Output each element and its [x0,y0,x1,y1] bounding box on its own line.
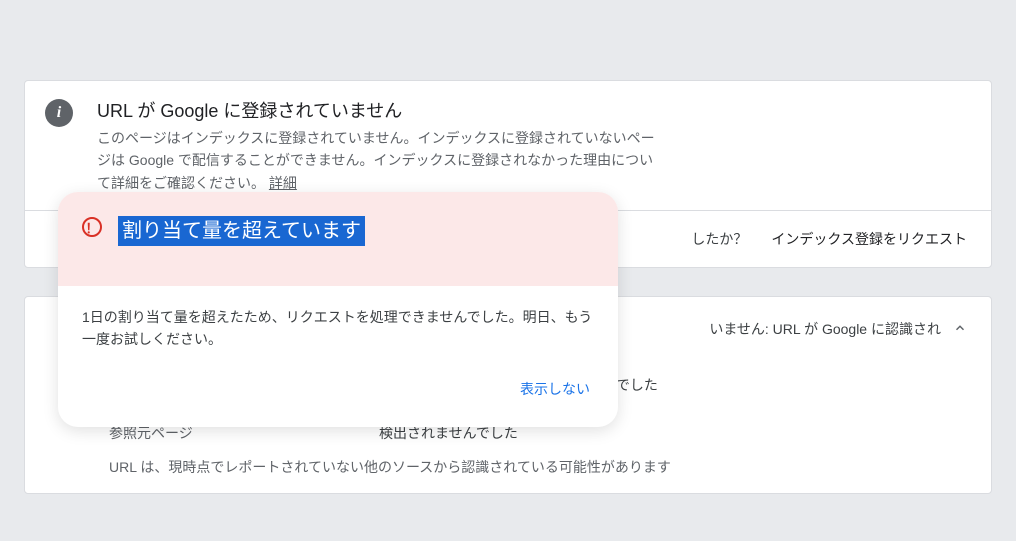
alert-icon: ！ [82,217,102,237]
dialog-actions: 表示しない [58,359,618,427]
info-icon: i [45,99,73,127]
dialog-header: ！ 割り当て量を超えています [58,192,618,286]
changed-text: したか？ [691,229,747,249]
dismiss-button[interactable]: 表示しない [516,371,594,407]
request-index-button[interactable]: インデックス登録をリクエスト [771,229,967,249]
card-title: URL が Google に登録されていません [97,97,657,123]
quota-exceeded-dialog: ！ 割り当て量を超えています 1日の割り当て量を超えたため、リクエストを処理でき… [58,192,618,427]
detection-title: いません: URL が Google に認識され [709,319,941,339]
card-description: このページはインデックスに登録されていません。インデックスに登録されていないペー… [97,127,657,194]
chevron-up-icon [953,321,967,338]
detection-note: URL は、現時点でレポートされていない他のソースから認識されている可能性があり… [109,457,967,477]
dialog-body: 1日の割り当て量を超えたため、リクエストを処理できませんでした。明日、もう一度お… [58,286,618,359]
card-header: i URL が Google に登録されていません このページはインデックスに登… [25,81,991,210]
dialog-title: 割り当て量を超えています [118,216,365,246]
details-link[interactable]: 詳細 [269,175,297,191]
